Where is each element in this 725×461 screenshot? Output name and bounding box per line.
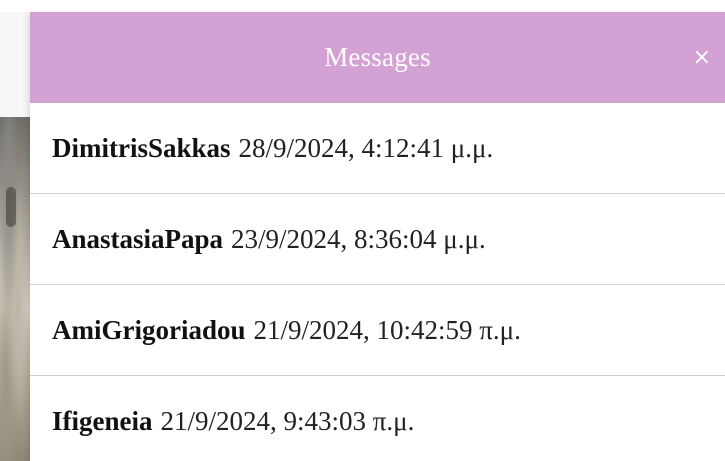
messages-panel-header: Messages ×: [30, 12, 725, 103]
message-timestamp: 21/9/2024, 9:43:03 π.μ.: [160, 406, 415, 436]
message-sender: Ifigeneia: [52, 406, 153, 436]
background-page-strip: [0, 12, 30, 118]
message-timestamp: 21/9/2024, 10:42:59 π.μ.: [253, 314, 521, 345]
message-sender: AmiGrigoriadou: [52, 314, 246, 345]
screen: Messages × DimitrisSakkas 28/9/2024, 4:1…: [0, 0, 725, 461]
message-sender: DimitrisSakkas: [52, 132, 231, 163]
messages-panel: Messages × DimitrisSakkas 28/9/2024, 4:1…: [30, 12, 725, 461]
message-timestamp: 28/9/2024, 4:12:41 μ.μ.: [238, 132, 494, 163]
background-photo: [0, 117, 30, 461]
messages-panel-title: Messages: [324, 42, 431, 72]
message-list-item[interactable]: AmiGrigoriadou 21/9/2024, 10:42:59 π.μ.: [30, 285, 725, 376]
message-list-item[interactable]: DimitrisSakkas 28/9/2024, 4:12:41 μ.μ.: [30, 103, 725, 194]
message-sender: AnastasiaPapa: [52, 223, 224, 254]
message-list-item[interactable]: Ifigeneia 21/9/2024, 9:43:03 π.μ.: [30, 376, 725, 461]
message-list-item[interactable]: AnastasiaPapa 23/9/2024, 8:36:04 μ.μ.: [30, 194, 725, 285]
close-icon[interactable]: ×: [693, 46, 711, 69]
message-timestamp: 23/9/2024, 8:36:04 μ.μ.: [231, 223, 486, 254]
message-list: DimitrisSakkas 28/9/2024, 4:12:41 μ.μ. A…: [30, 103, 725, 461]
